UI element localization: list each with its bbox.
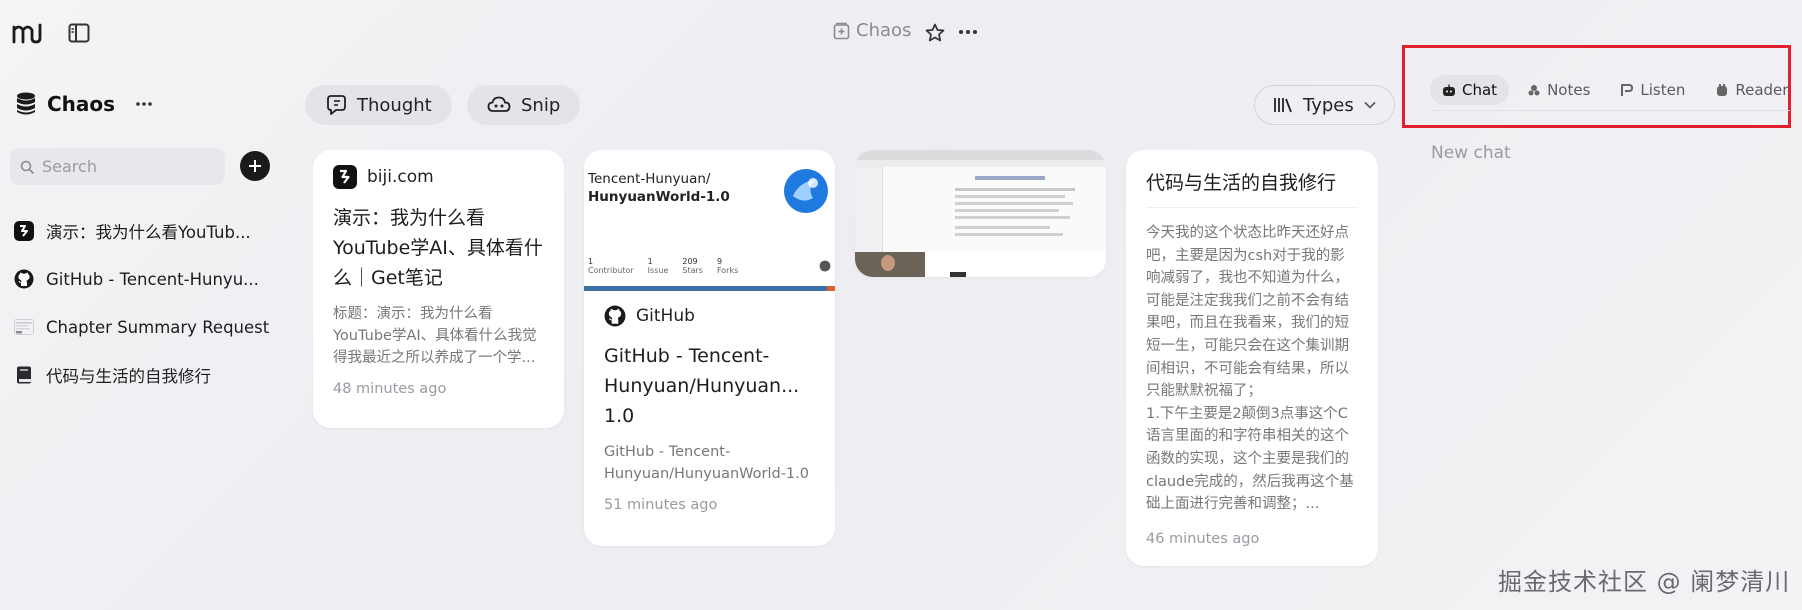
tab-reader[interactable]: Reader (1703, 75, 1800, 105)
reader-icon (1715, 83, 1729, 97)
sidebar-list: 演示：我为什么看YouTub... GitHub - Tencent-Hunyu… (14, 207, 276, 399)
github-preview-image: Tencent-Hunyuan/ HunyuanWorld-1.0 1 Contr… (584, 150, 835, 291)
sidebar-item-label: Chapter Summary Request (46, 317, 270, 337)
github-small-icon (819, 260, 831, 272)
card-description: 标题：演示：我为什么看YouTube学AI、具体看什么我觉得我最近之所以养成了一… (333, 306, 537, 366)
star-icon[interactable] (925, 23, 945, 42)
snip-label: Snip (521, 94, 561, 116)
tab-label: Notes (1547, 81, 1591, 99)
biji-logo-icon (14, 221, 34, 241)
video-thumbnail-icon (14, 319, 34, 335)
space-name: Chaos (47, 92, 116, 116)
sidebar-item-label: GitHub - Tencent-Hunyu... (46, 269, 259, 289)
space-header[interactable]: Chaos (15, 91, 153, 117)
search-input[interactable] (42, 157, 212, 176)
card-title: 演示：我为什么看YouTube学AI、具体看什么｜Get笔记 (333, 207, 543, 289)
snip-button[interactable]: Snip (467, 85, 581, 125)
plus-icon (249, 160, 261, 172)
library-icon (1273, 96, 1293, 114)
card-github[interactable]: Tencent-Hunyuan/ HunyuanWorld-1.0 1 Contr… (584, 150, 835, 546)
tab-label: Listen (1640, 81, 1686, 99)
card-source: biji.com (333, 165, 544, 189)
card-body-paragraph: 1.下午主要是2颠倒3点事这个C语言里面的和字符串相关的这个函数的实现，这个主要… (1146, 405, 1354, 513)
types-dropdown[interactable]: Types (1254, 85, 1395, 125)
search-box[interactable] (10, 148, 225, 185)
repo-stats: 1 Contributor 1 Issue 209 Stars 9 Forks (588, 257, 738, 275)
card-source-label: GitHub (636, 306, 695, 326)
card-source: GitHub (604, 305, 815, 327)
stat-stars: 209 Stars (682, 257, 703, 275)
notes-icon (1527, 83, 1541, 97)
card-title: 代码与生活的自我修行 (1146, 168, 1358, 208)
video-screenshot-image (855, 150, 1106, 277)
preview-repo-owner: Tencent-Hunyuan/ (588, 171, 711, 187)
sidebar-item-github[interactable]: GitHub - Tencent-Hunyu... (14, 255, 276, 303)
listen-icon (1620, 83, 1634, 97)
card-description: GitHub - Tencent-Hunyuan/HunyuanWorld-1.… (604, 444, 809, 482)
space-box-icon (833, 22, 850, 40)
stat-forks: 9 Forks (716, 257, 739, 275)
stat-contributor: 1 Contributor (588, 257, 634, 275)
space-title-label: Chaos (856, 20, 912, 41)
sidebar-item-label: 演示：我为什么看YouTub... (46, 223, 251, 242)
notebook-icon (14, 365, 34, 385)
search-icon (20, 160, 34, 174)
chat-bot-icon (1442, 84, 1456, 97)
card-biji[interactable]: biji.com 演示：我为什么看YouTube学AI、具体看什么｜Get笔记 … (313, 150, 564, 428)
preview-repo-name: HunyuanWorld-1.0 (588, 189, 730, 205)
card-timestamp: 48 minutes ago (333, 381, 447, 397)
thought-label: Thought (357, 94, 432, 116)
sidebar-toggle-icon[interactable] (68, 23, 90, 43)
biji-logo-icon (333, 165, 357, 189)
cloud-snip-icon (487, 95, 511, 115)
more-options-icon[interactable] (958, 23, 978, 41)
new-chat-button[interactable]: New chat (1431, 143, 1511, 163)
tab-chat[interactable]: Chat (1430, 75, 1510, 105)
app-logo-icon[interactable] (12, 22, 42, 44)
thought-icon (325, 94, 347, 116)
add-button[interactable] (240, 151, 270, 181)
card-note[interactable]: 代码与生活的自我修行 今天我的这个状态比昨天还好点吧，主要是因为csh对于我的影… (1126, 150, 1378, 566)
types-label: Types (1303, 94, 1354, 116)
card-video-snapshot[interactable] (855, 150, 1106, 277)
card-title: GitHub - Tencent-Hunyuan/Hunyuan... 1.0 (604, 345, 800, 427)
database-icon (15, 91, 37, 117)
github-icon (14, 269, 34, 289)
card-timestamp: 46 minutes ago (1146, 530, 1260, 547)
space-more-icon[interactable] (135, 101, 153, 107)
tab-notes[interactable]: Notes (1515, 75, 1602, 105)
card-timestamp: 51 minutes ago (604, 497, 718, 513)
panel-divider (1430, 110, 1790, 111)
stat-issue: 1 Issue (647, 257, 669, 275)
sidebar-item-label: 代码与生活的自我修行 (46, 367, 211, 386)
card-body-paragraph: 今天我的这个状态比昨天还好点吧，主要是因为csh对于我的影响减弱了，我也不知道为… (1146, 225, 1349, 400)
hunyuan-logo-icon (783, 168, 829, 214)
card-source-label: biji.com (367, 167, 434, 187)
chevron-down-icon (1364, 101, 1376, 109)
tab-label: Chat (1462, 81, 1498, 99)
space-title[interactable]: Chaos (833, 20, 911, 41)
sidebar-item-biji[interactable]: 演示：我为什么看YouTub... (14, 207, 276, 255)
panel-tabs: Chat Notes Listen Reader (1430, 75, 1800, 105)
sidebar-item-chapter-summary[interactable]: Chapter Summary Request (14, 303, 276, 351)
tab-listen[interactable]: Listen (1608, 75, 1697, 105)
tab-label: Reader (1735, 81, 1789, 99)
watermark: 掘金技术社区 @ 阑梦清川 (1498, 568, 1791, 596)
sidebar-item-code-life[interactable]: 代码与生活的自我修行 (14, 351, 276, 399)
thought-button[interactable]: Thought (305, 85, 452, 125)
github-icon (604, 305, 626, 327)
